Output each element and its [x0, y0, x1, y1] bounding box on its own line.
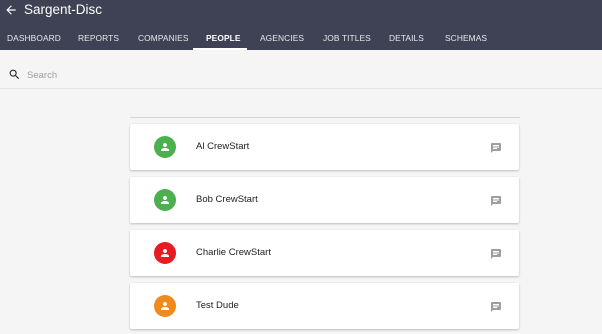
tab-reports[interactable]: REPORTS: [78, 26, 119, 50]
search-bar: [0, 62, 602, 89]
person-name: Bob CrewStart: [196, 194, 258, 205]
person-name: Test Dude: [196, 300, 239, 311]
person-card[interactable]: Charlie CrewStart: [130, 230, 519, 276]
app-bar: Sargent-Disc DASHBOARD REPORTS COMPANIES…: [0, 0, 602, 50]
person-avatar: [154, 189, 176, 211]
tab-dashboard[interactable]: DASHBOARD: [7, 26, 61, 50]
person-card[interactable]: Al CrewStart: [130, 124, 519, 170]
list-divider: [130, 117, 520, 118]
person-icon: [161, 143, 169, 151]
chat-icon[interactable]: [490, 247, 502, 259]
tab-agencies[interactable]: AGENCIES: [260, 26, 304, 50]
tab-people[interactable]: PEOPLE: [206, 26, 241, 50]
person-card[interactable]: Bob CrewStart: [130, 177, 519, 223]
app-title: Sargent-Disc: [24, 2, 103, 17]
person-avatar: [154, 295, 176, 317]
person-avatar: [154, 136, 176, 158]
tab-schemas[interactable]: SCHEMAS: [445, 26, 487, 50]
person-card[interactable]: Test Dude: [130, 283, 519, 329]
back-arrow-icon[interactable]: [4, 3, 18, 17]
chat-icon[interactable]: [490, 300, 502, 312]
person-icon: [161, 196, 169, 204]
tab-details[interactable]: DETAILS: [389, 26, 424, 50]
person-name: Al CrewStart: [196, 141, 250, 152]
chat-icon[interactable]: [490, 141, 502, 153]
person-name: Charlie CrewStart: [196, 247, 271, 258]
person-avatar: [154, 242, 176, 264]
search-icon: [8, 68, 21, 81]
tab-job-titles[interactable]: JOB TITLES: [323, 26, 371, 50]
search-input[interactable]: [27, 66, 587, 84]
active-tab-indicator: [193, 48, 247, 50]
person-icon: [161, 302, 169, 310]
chat-icon[interactable]: [490, 194, 502, 206]
person-icon: [161, 249, 169, 257]
tab-companies[interactable]: COMPANIES: [138, 26, 189, 50]
tab-bar: DASHBOARD REPORTS COMPANIES PEOPLE AGENC…: [0, 26, 602, 50]
